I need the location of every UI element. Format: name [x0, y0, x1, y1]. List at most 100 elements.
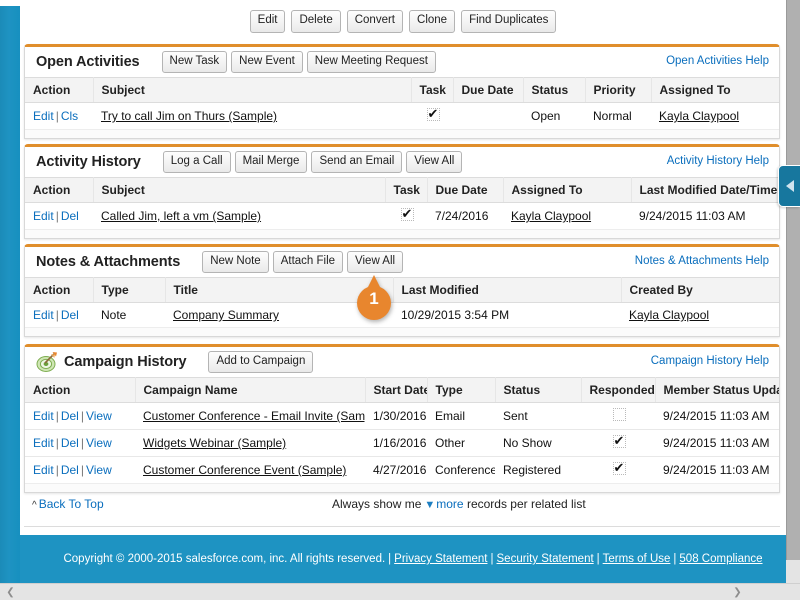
button-mail-merge[interactable]: Mail Merge	[234, 150, 308, 174]
column-header: Subject	[93, 77, 412, 103]
copyright-text: Copyright © 2000-2015 salesforce.com, in…	[63, 553, 386, 565]
action-edit[interactable]: Edit	[33, 463, 54, 477]
show-more-records-link[interactable]: more	[436, 497, 463, 511]
checkmark-icon	[612, 433, 626, 448]
toolbar-button-convert[interactable]: Convert	[346, 10, 404, 33]
related-list-header: Notes & Attachments New Note Attach File Vi…	[25, 247, 779, 277]
action-edit[interactable]: Edit	[33, 109, 54, 123]
column-header: Start Date	[365, 377, 428, 403]
button-new-note[interactable]: New Note	[202, 250, 269, 274]
campaign-target-icon	[36, 352, 57, 372]
toolbar-button-edit[interactable]: Edit	[249, 10, 286, 33]
start_date-cell: 1/16/2016	[365, 429, 427, 457]
row-actions: Edit | Cls	[25, 103, 93, 130]
button-attach-file[interactable]: Attach File	[272, 250, 344, 274]
related-list-help-link[interactable]: Open Activities Help	[666, 55, 769, 67]
sidebar-toggle-tab[interactable]	[778, 165, 800, 207]
table-header-row: Action Subject Task Due Date Status Priority A…	[25, 77, 779, 103]
button-send-an-email[interactable]: Send an Email	[311, 150, 403, 174]
record-link[interactable]: Try to call Jim on Thurs (Sample)	[101, 109, 277, 123]
action-view[interactable]: View	[86, 436, 112, 450]
footer-separator: |	[596, 553, 600, 565]
record-name-cell: Customer Conference Event (Sample)	[135, 457, 365, 484]
action-del[interactable]: Del	[61, 409, 79, 423]
button-view-all[interactable]: View All	[347, 250, 404, 274]
due_date-cell: 7/24/2016	[435, 209, 489, 223]
action-separator: |	[55, 209, 59, 223]
caret-up-icon: ^	[32, 500, 37, 511]
toolbar-button-delete[interactable]: Delete	[291, 10, 341, 33]
related-list-buttons: New Note Attach File View All	[202, 250, 404, 274]
action-cls[interactable]: Cls	[61, 109, 78, 123]
button-new-meeting-request[interactable]: New Meeting Request	[306, 50, 436, 74]
related-list-footer	[25, 129, 779, 138]
scroll-left-arrow-icon[interactable]: ❮	[4, 586, 17, 599]
table-row: Edit | Del | View Widgets Webinar (Sample) 1/1…	[25, 429, 779, 457]
action-del[interactable]: Del	[61, 463, 79, 477]
column-header: Due Date	[453, 77, 524, 103]
action-edit[interactable]: Edit	[33, 436, 54, 450]
user-link[interactable]: Kayla Claypool	[511, 209, 591, 223]
button-add-to-campaign[interactable]: Add to Campaign	[208, 350, 314, 374]
action-del[interactable]: Del	[61, 308, 79, 322]
record-link[interactable]: Customer Conference Event (Sample)	[143, 463, 346, 477]
row-actions: Edit | Del | View	[25, 457, 135, 484]
column-header: Member Status Update	[655, 377, 779, 403]
record-link[interactable]: Called Jim, left a vm (Sample)	[101, 209, 261, 223]
column-header: Action	[25, 177, 94, 203]
action-del[interactable]: Del	[61, 209, 79, 223]
column-header: Campaign Name	[135, 377, 366, 403]
vertical-scrollbar[interactable]	[786, 0, 800, 583]
column-header: Status	[495, 377, 582, 403]
related-list-table: Action Campaign Name Start Date Type Status R…	[25, 377, 779, 483]
toolbar-button-clone[interactable]: Clone	[409, 10, 456, 33]
related-list-title: Campaign History	[64, 354, 187, 370]
toolbar-button-find-duplicates[interactable]: Find Duplicates	[461, 10, 557, 33]
action-del[interactable]: Del	[61, 436, 79, 450]
row-actions: Edit | Del	[25, 303, 93, 328]
related-list-help-link[interactable]: Campaign History Help	[651, 355, 769, 367]
table-row: Edit | Del | View Customer Conference Event (…	[25, 457, 779, 484]
horizontal-scrollbar[interactable]: ❮ ❯	[0, 583, 800, 600]
footer-link-security-statement[interactable]: Security Statement	[497, 553, 594, 565]
related-list-header: Open Activities New Task New Event New Meet…	[25, 47, 779, 77]
responded-cell	[581, 402, 655, 430]
button-new-task[interactable]: New Task	[161, 50, 228, 74]
column-header: Created By	[621, 277, 779, 303]
record-link[interactable]: Widgets Webinar (Sample)	[143, 436, 286, 450]
action-edit[interactable]: Edit	[33, 409, 54, 423]
record-link[interactable]: Customer Conference - Email Invite (Samp…	[143, 409, 365, 423]
back-to-top-link[interactable]: ^ Back To Top	[32, 497, 104, 511]
button-view-all[interactable]: View All	[406, 150, 463, 174]
empty-checkbox-icon	[612, 408, 626, 421]
footer-link-terms-of-use[interactable]: Terms of Use	[603, 553, 671, 565]
column-header: Last Modified	[393, 277, 622, 303]
related-list-header: Activity History Log a Call Mail Merge Send…	[25, 147, 779, 177]
footer-link-privacy-statement[interactable]: Privacy Statement	[394, 553, 487, 565]
user-link[interactable]: Kayla Claypool	[659, 109, 739, 123]
priority-cell: Normal	[593, 109, 632, 123]
action-edit[interactable]: Edit	[33, 308, 54, 322]
column-header: Subject	[93, 177, 386, 203]
action-edit[interactable]: Edit	[33, 209, 54, 223]
action-separator: |	[55, 436, 59, 450]
action-view[interactable]: View	[86, 463, 112, 477]
action-separator: |	[55, 409, 59, 423]
scroll-right-arrow-icon[interactable]: ❯	[731, 586, 744, 599]
column-header: Task	[385, 177, 428, 203]
due_date-cell	[453, 103, 523, 130]
button-log-a-call[interactable]: Log a Call	[162, 150, 231, 174]
responded-cell	[581, 429, 655, 457]
action-view[interactable]: View	[86, 409, 112, 423]
button-new-event[interactable]: New Event	[231, 50, 303, 74]
type-cell: Conference	[435, 463, 495, 477]
related-list-help-link[interactable]: Activity History Help	[667, 155, 769, 167]
start_date-cell: 4/27/2016	[373, 463, 427, 477]
footer-link-508-compliance[interactable]: 508 Compliance	[679, 553, 762, 565]
user-link[interactable]: Kayla Claypool	[629, 308, 709, 322]
related-list-help-link[interactable]: Notes & Attachments Help	[635, 255, 769, 267]
column-header: Action	[25, 277, 94, 303]
record-link[interactable]: Company Summary	[173, 308, 279, 322]
status-cell: Open	[531, 109, 561, 123]
record-detail-page: Edit Delete Convert Clone Find Duplicates Op…	[20, 0, 786, 583]
